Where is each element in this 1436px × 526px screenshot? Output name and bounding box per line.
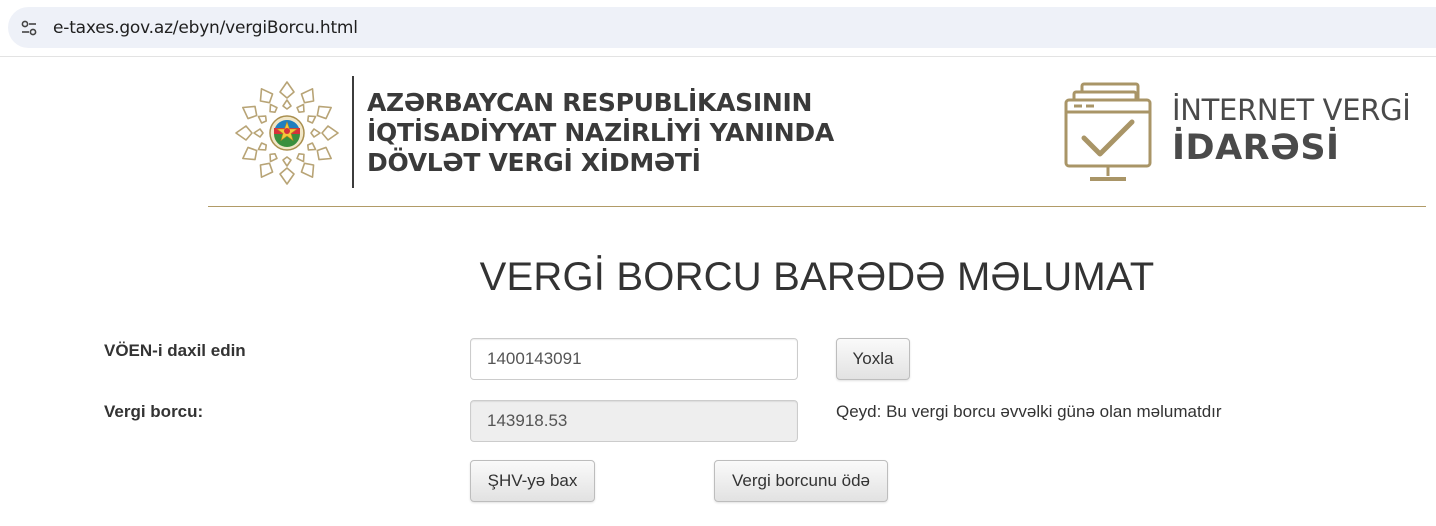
tune-icon[interactable] [20, 19, 38, 37]
portal-name: İNTERNET VERGİ İDARƏSİ [1172, 92, 1411, 168]
logo-separator [352, 76, 354, 188]
org-line-3: DÖVLƏT VERGİ XİDMƏTİ [367, 148, 701, 177]
voen-label: VÖEN-i daxil edin [104, 341, 246, 360]
portal-name-line-1: İNTERNET VERGİ [1172, 93, 1411, 127]
debt-amount-field [470, 400, 798, 442]
header-divider [208, 206, 1426, 207]
view-shv-button[interactable]: ŞHV-yə bax [470, 460, 595, 502]
organization-name: AZƏRBAYCAN RESPUBLİKASININ İQTİSADİYYAT … [367, 88, 834, 178]
pay-debt-button[interactable]: Vergi borcunu ödə [714, 460, 888, 502]
org-line-1: AZƏRBAYCAN RESPUBLİKASININ [367, 88, 813, 117]
voen-input[interactable] [470, 338, 798, 380]
org-line-2: İQTİSADİYYAT NAZİRLİYİ YANINDA [367, 118, 834, 147]
debt-note: Qeyd: Bu vergi borcu əvvəlki günə olan m… [836, 402, 1222, 421]
page-title: VERGİ BORCU BARƏDƏ MƏLUMAT [479, 255, 1155, 299]
check-button[interactable]: Yoxla [836, 338, 910, 380]
debt-label: Vergi borcu: [104, 402, 204, 421]
url-text[interactable]: e-taxes.gov.az/ebyn/vergiBorcu.html [53, 18, 358, 38]
browser-divider [0, 56, 1436, 57]
azerbaijan-state-emblem-icon [235, 81, 339, 185]
address-bar[interactable]: e-taxes.gov.az/ebyn/vergiBorcu.html [8, 7, 1436, 48]
portal-name-line-2: İDARƏSİ [1172, 128, 1340, 168]
monitor-checkmark-icon [1064, 82, 1152, 181]
